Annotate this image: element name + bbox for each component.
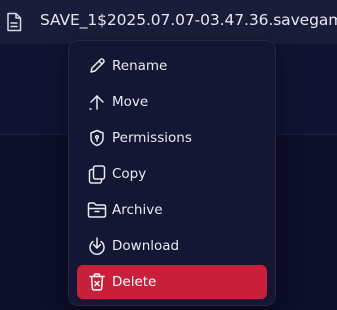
menu-item-label: Delete (112, 274, 157, 290)
copy-icon (86, 163, 108, 185)
menu-item-move[interactable]: Move (77, 85, 267, 119)
menu-item-label: Archive (112, 202, 163, 218)
file-row[interactable]: SAVE_1$2025.07.07-03.47.36.savegame (0, 0, 337, 44)
menu-item-label: Copy (112, 166, 147, 182)
menu-item-permissions[interactable]: Permissions (77, 121, 267, 155)
menu-item-label: Move (112, 94, 149, 110)
pencil-icon (86, 55, 108, 77)
menu-item-label: Download (112, 238, 180, 254)
menu-item-label: Rename (112, 58, 168, 74)
menu-item-copy[interactable]: Copy (77, 157, 267, 191)
trash-icon (86, 271, 108, 293)
menu-item-delete[interactable]: Delete (77, 265, 267, 299)
menu-item-download[interactable]: Download (77, 229, 267, 263)
menu-item-label: Permissions (112, 130, 192, 146)
arrow-up-icon (86, 91, 108, 113)
download-icon (86, 235, 108, 257)
shield-icon (86, 127, 108, 149)
file-icon (6, 12, 22, 32)
folder-archive-icon (86, 199, 108, 221)
file-manager-view: SAVE_1$2025.07.07-03.47.36.savegame Rena… (0, 0, 337, 310)
file-name: SAVE_1$2025.07.07-03.47.36.savegame (40, 11, 337, 29)
menu-item-rename[interactable]: Rename (77, 49, 267, 83)
context-menu: Rename Move Permissions Copy Archive Dow… (68, 40, 276, 306)
menu-item-archive[interactable]: Archive (77, 193, 267, 227)
